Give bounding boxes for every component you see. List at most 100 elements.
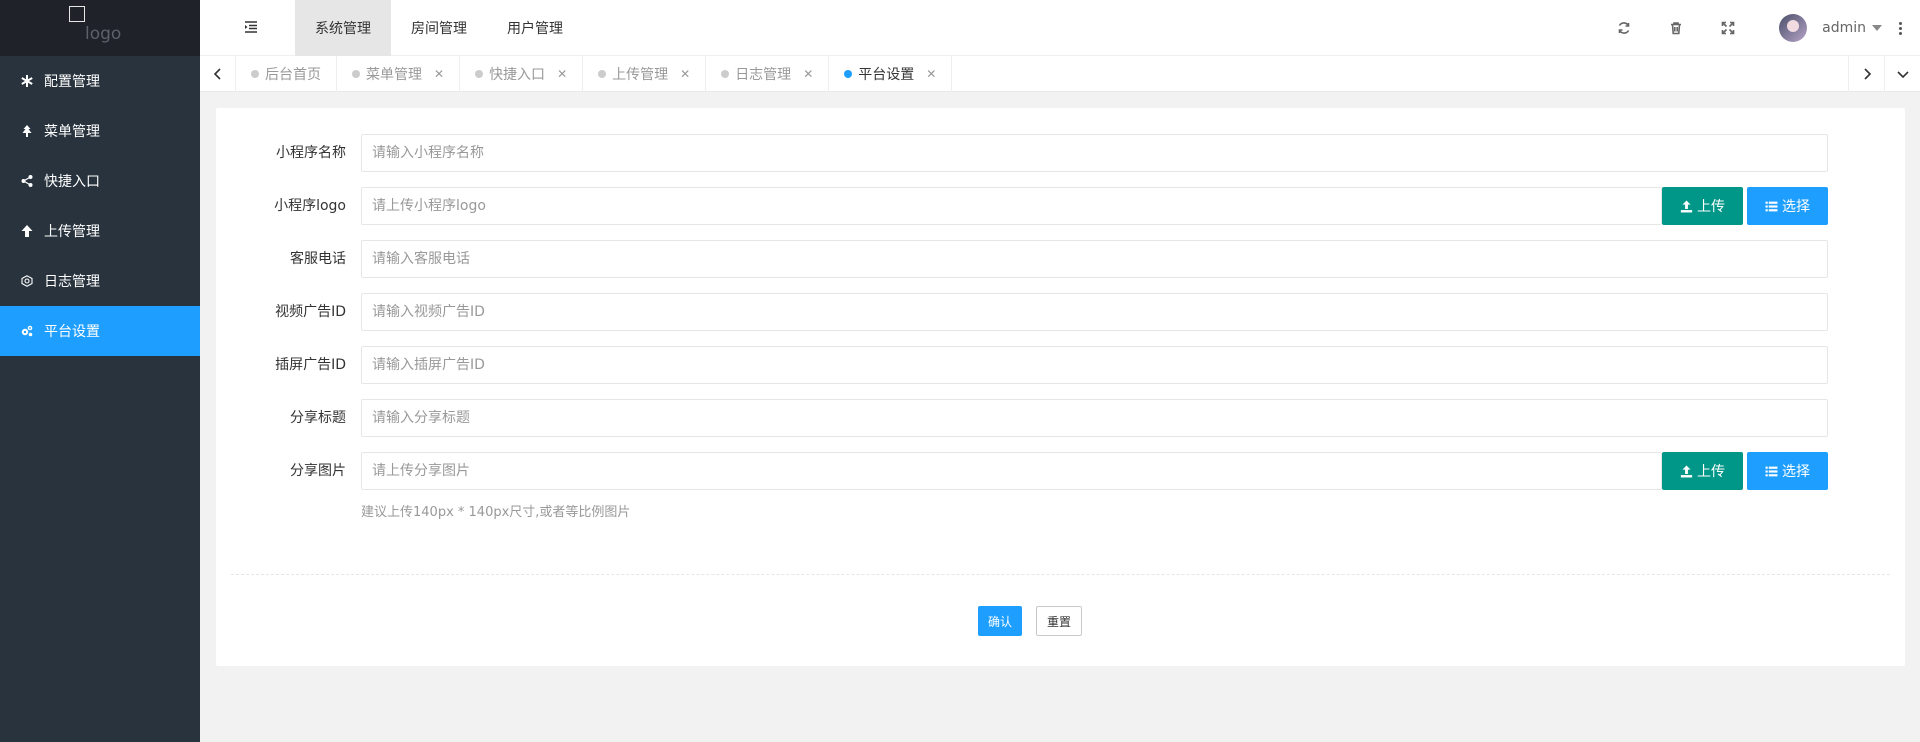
- tab-dot: [251, 70, 259, 78]
- menu-toggle-icon[interactable]: [243, 19, 259, 35]
- fullscreen-icon[interactable]: [1720, 20, 1736, 36]
- close-icon[interactable]: ✕: [557, 67, 567, 81]
- tab-dot: [721, 70, 730, 78]
- sidebar-item-menu[interactable]: 菜单管理: [0, 106, 200, 156]
- chevron-down-icon[interactable]: [1872, 25, 1882, 31]
- form-row-interstitial-ad-id: 插屏广告ID: [216, 346, 1905, 384]
- upload-label: 上传: [1697, 199, 1725, 215]
- form-row-video-ad-id: 视频广告ID: [216, 293, 1905, 331]
- chevron-right-icon: [1863, 68, 1871, 80]
- tab-platform-settings[interactable]: 平台设置 ✕: [829, 56, 953, 92]
- tab-label: 菜单管理: [366, 67, 422, 83]
- top-nav: 系统管理 房间管理 用户管理: [295, 0, 583, 56]
- share-image-upload-button[interactable]: 上传: [1662, 452, 1743, 490]
- tabs-menu-button[interactable]: [1884, 56, 1920, 92]
- tab-dot: [598, 70, 607, 78]
- share-title-input[interactable]: [361, 399, 1828, 437]
- tab-dot: [352, 70, 360, 78]
- field-label: 分享图片: [290, 463, 346, 479]
- sidebar-item-label: 快捷入口: [44, 174, 100, 190]
- sidebar: logo 配置管理 菜单管理 快捷入口 上传管理 日志管理 平台设置: [0, 0, 200, 742]
- upload-label: 上传: [1697, 464, 1725, 480]
- share-image-input[interactable]: [361, 452, 1662, 490]
- logo-area: logo: [0, 0, 200, 56]
- form-row-share-image: 分享图片 上传 选择: [216, 452, 1905, 490]
- share-icon: [20, 174, 34, 188]
- upload-icon: [1680, 200, 1693, 212]
- sidebar-item-label: 配置管理: [44, 74, 100, 90]
- sidebar-menu: 配置管理 菜单管理 快捷入口 上传管理 日志管理 平台设置: [0, 56, 200, 356]
- tab-label: 后台首页: [265, 67, 321, 83]
- sidebar-item-shortcut[interactable]: 快捷入口: [0, 156, 200, 206]
- logo-upload-button[interactable]: 上传: [1662, 187, 1743, 225]
- logo-text: logo: [85, 24, 122, 44]
- tab-upload-management[interactable]: 上传管理 ✕: [583, 56, 707, 92]
- logo-image-icon: [69, 6, 85, 22]
- top-nav-user[interactable]: 用户管理: [487, 0, 583, 56]
- select-label: 选择: [1782, 464, 1810, 480]
- form-divider: [231, 574, 1890, 575]
- refresh-icon[interactable]: [1616, 20, 1632, 36]
- sidebar-item-log[interactable]: 日志管理: [0, 256, 200, 306]
- list-icon: [1765, 466, 1778, 476]
- top-nav-system[interactable]: 系统管理: [295, 0, 391, 56]
- tab-log-management[interactable]: 日志管理 ✕: [706, 56, 830, 92]
- close-icon[interactable]: ✕: [434, 67, 444, 81]
- app-logo-input[interactable]: [361, 187, 1662, 225]
- sidebar-item-label: 平台设置: [44, 324, 100, 340]
- tab-label: 快捷入口: [489, 67, 546, 83]
- header-right: admin: [1598, 0, 1920, 56]
- top-nav-room[interactable]: 房间管理: [391, 0, 487, 56]
- field-label: 视频广告ID: [275, 304, 346, 320]
- sidebar-item-platform-settings[interactable]: 平台设置: [0, 306, 200, 356]
- tab-shortcut[interactable]: 快捷入口 ✕: [460, 56, 584, 92]
- tabs-scroll-left-button[interactable]: [200, 56, 236, 92]
- field-label: 插屏广告ID: [275, 357, 346, 373]
- form-row-app-logo: 小程序logo 上传 选择: [216, 187, 1905, 225]
- tab-home[interactable]: 后台首页: [236, 56, 337, 92]
- tab-label: 日志管理: [735, 67, 792, 83]
- sidebar-item-upload[interactable]: 上传管理: [0, 206, 200, 256]
- field-label: 小程序名称: [276, 145, 346, 161]
- select-label: 选择: [1782, 199, 1810, 215]
- trash-icon[interactable]: [1668, 20, 1684, 36]
- close-icon[interactable]: ✕: [926, 67, 936, 81]
- asterisk-icon: [20, 74, 34, 88]
- tab-dot: [844, 70, 853, 78]
- log-icon: [20, 274, 34, 288]
- video-ad-id-input[interactable]: [361, 293, 1828, 331]
- form-row-share-title: 分享标题: [216, 399, 1905, 437]
- tabs-bar: 后台首页 菜单管理 ✕ 快捷入口 ✕ 上传管理 ✕ 日志管理 ✕ 平台设置 ✕: [200, 56, 1920, 92]
- gears-icon: [20, 324, 34, 338]
- sidebar-item-label: 菜单管理: [44, 124, 100, 140]
- chevron-left-icon: [213, 68, 221, 80]
- share-image-select-button[interactable]: 选择: [1747, 452, 1828, 490]
- upload-icon: [1680, 465, 1693, 477]
- tabs: 后台首页 菜单管理 ✕ 快捷入口 ✕ 上传管理 ✕ 日志管理 ✕ 平台设置 ✕: [236, 56, 953, 92]
- sidebar-item-label: 上传管理: [44, 224, 100, 240]
- service-phone-input[interactable]: [361, 240, 1828, 278]
- more-vertical-icon[interactable]: [1898, 21, 1902, 35]
- app-name-input[interactable]: [361, 134, 1828, 172]
- reset-button[interactable]: 重置: [1036, 606, 1082, 636]
- form-row-service-phone: 客服电话: [216, 240, 1905, 278]
- chevron-down-icon: [1896, 71, 1909, 79]
- settings-form-card: 小程序名称 小程序logo 上传 选择 客服电话 视频广告ID 插屏广告ID 分…: [216, 108, 1905, 666]
- tabs-scroll-right-button[interactable]: [1848, 56, 1884, 92]
- field-label: 分享标题: [290, 410, 346, 426]
- avatar[interactable]: [1779, 14, 1808, 42]
- confirm-button[interactable]: 确认: [978, 606, 1022, 636]
- tab-label: 上传管理: [612, 67, 669, 83]
- field-label: 小程序logo: [274, 198, 346, 214]
- tree-icon: [20, 124, 34, 138]
- sidebar-item-config[interactable]: 配置管理: [0, 56, 200, 106]
- image-size-hint: 建议上传140px * 140px尺寸,或者等比例图片: [361, 505, 631, 520]
- interstitial-ad-id-input[interactable]: [361, 346, 1828, 384]
- tab-label: 平台设置: [858, 67, 915, 83]
- arrow-up-icon: [20, 224, 34, 238]
- close-icon[interactable]: ✕: [680, 67, 690, 81]
- tab-menu-management[interactable]: 菜单管理 ✕: [337, 56, 461, 92]
- logo-select-button[interactable]: 选择: [1747, 187, 1828, 225]
- user-name[interactable]: admin: [1822, 20, 1866, 36]
- close-icon[interactable]: ✕: [803, 67, 813, 81]
